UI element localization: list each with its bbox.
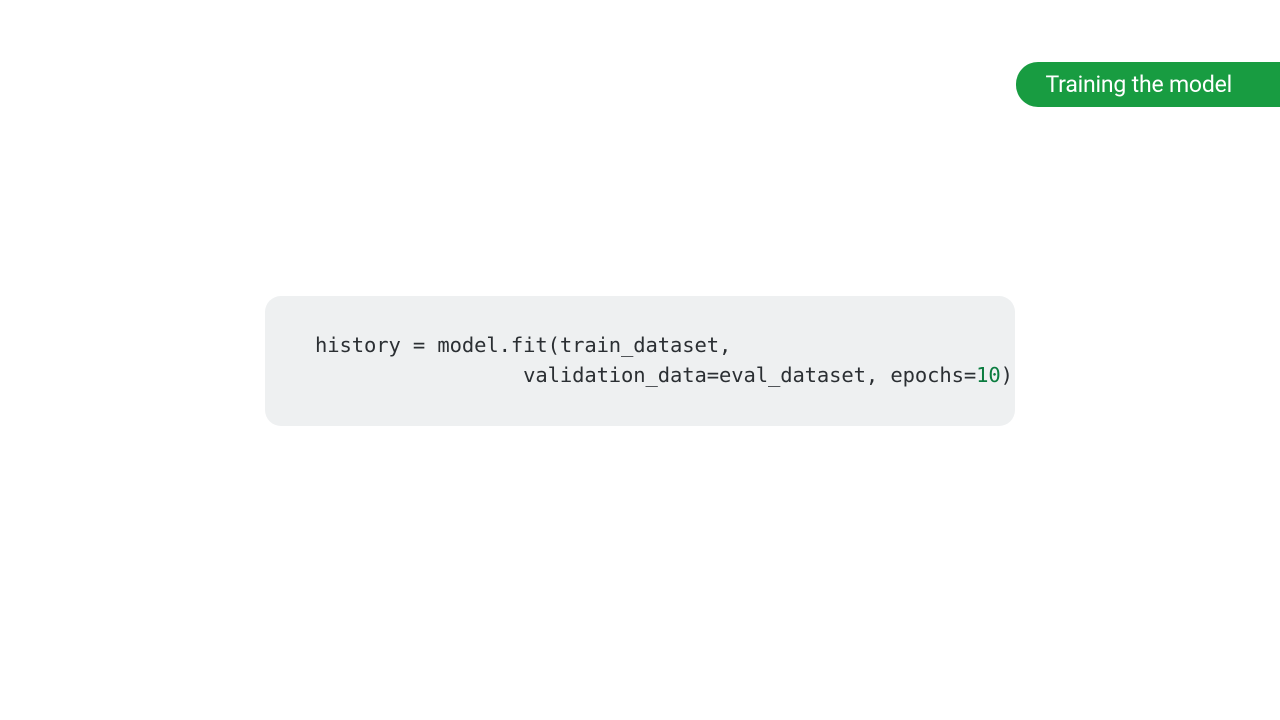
code-number-literal: 10 (976, 363, 1000, 387)
code-block: history = model.fit(train_dataset, valid… (265, 296, 1015, 426)
code-line-2-suffix: ) (1001, 363, 1013, 387)
code-line-2-prefix: validation_data=eval_dataset, epochs= (315, 363, 976, 387)
code-line-1: history = model.fit(train_dataset, (315, 330, 975, 360)
code-line-2: validation_data=eval_dataset, epochs=10) (315, 360, 975, 390)
slide-title-badge: Training the model (1016, 62, 1280, 107)
